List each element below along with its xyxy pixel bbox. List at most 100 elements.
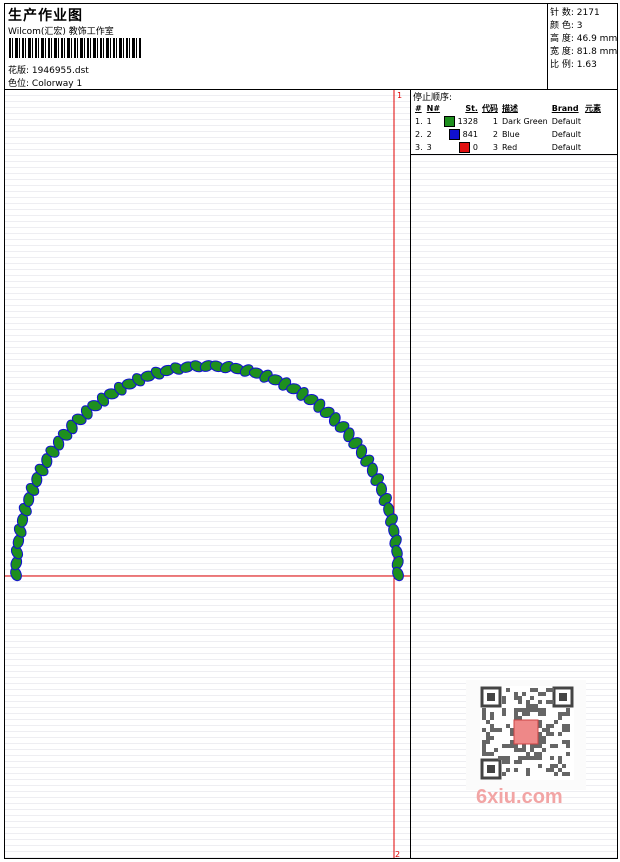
qr-code-image bbox=[480, 686, 574, 780]
qr-module bbox=[494, 748, 498, 752]
qr-module bbox=[514, 712, 518, 716]
qr-module bbox=[542, 748, 546, 752]
qr-code bbox=[466, 680, 586, 790]
qr-module bbox=[538, 732, 542, 736]
stop-sequence-table: # N# St. 代码 描述 Brand 元素 1. 1 1328 1 Dark G… bbox=[413, 102, 603, 154]
qr-module bbox=[502, 744, 506, 748]
stat-width: 宽 度: 81.8 mm bbox=[550, 47, 618, 57]
qr-module bbox=[506, 756, 510, 760]
qr-module bbox=[562, 724, 566, 728]
qr-module bbox=[534, 708, 538, 712]
qr-module bbox=[566, 728, 570, 732]
qr-module bbox=[526, 772, 530, 776]
qr-module bbox=[530, 708, 534, 712]
qr-module bbox=[562, 728, 566, 732]
qr-module bbox=[486, 720, 490, 724]
qr-module bbox=[566, 752, 570, 756]
qr-module bbox=[530, 748, 534, 752]
qr-module bbox=[510, 740, 514, 744]
qr-module bbox=[482, 744, 486, 748]
table-row: 1. 1 1328 1 Dark Green Default bbox=[415, 116, 581, 127]
qr-module bbox=[494, 728, 498, 732]
qr-module bbox=[526, 756, 530, 760]
page-title: 生产作业图 bbox=[8, 8, 83, 24]
qr-module bbox=[498, 756, 502, 760]
company-name: Wilcom(汇宏) 教饰工作室 bbox=[8, 27, 114, 37]
qr-module bbox=[550, 744, 554, 748]
qr-module bbox=[566, 740, 570, 744]
stop-sequence-box: 停止顺序: # N# St. 代码 描述 Brand 元素 1. 1 1328 1… bbox=[411, 90, 617, 155]
qr-module bbox=[490, 716, 494, 720]
qr-module bbox=[538, 744, 542, 748]
qr-module bbox=[554, 772, 558, 776]
qr-module bbox=[482, 748, 486, 752]
table-row: 3. 3 0 3 Red Default bbox=[415, 142, 581, 153]
qr-module bbox=[518, 760, 522, 764]
qr-module bbox=[546, 728, 550, 732]
qr-module bbox=[566, 712, 570, 716]
qr-module bbox=[486, 736, 490, 740]
design-file: 花版: 1946955.dst bbox=[8, 63, 89, 76]
qr-module bbox=[550, 756, 554, 760]
qr-module bbox=[542, 728, 546, 732]
marker-bottom: 2 bbox=[395, 850, 400, 858]
qr-module bbox=[550, 732, 554, 736]
qr-module bbox=[490, 752, 494, 756]
colorway: 色位: Colorway 1 bbox=[8, 76, 82, 89]
qr-module bbox=[482, 716, 486, 720]
qr-module bbox=[482, 728, 486, 732]
qr-module bbox=[490, 712, 494, 716]
stats-panel: 针 数: 2171 颜 色: 3 高 度: 46.9 mm 宽 度: 81.8 … bbox=[547, 4, 618, 89]
qr-module bbox=[550, 700, 554, 704]
stat-colors: 颜 色: 3 bbox=[550, 21, 583, 31]
qr-module bbox=[562, 712, 566, 716]
qr-module bbox=[506, 760, 510, 764]
qr-module bbox=[526, 768, 530, 772]
qr-module bbox=[482, 740, 486, 744]
qr-module bbox=[486, 740, 490, 744]
design-canvas: 1 2 bbox=[5, 90, 411, 859]
qr-module bbox=[502, 700, 506, 704]
qr-module bbox=[514, 696, 518, 700]
qr-module bbox=[538, 720, 542, 724]
qr-module bbox=[526, 700, 530, 704]
qr-module bbox=[534, 756, 538, 760]
qr-module bbox=[558, 732, 562, 736]
qr-module bbox=[562, 764, 566, 768]
design-value: 1946955.dst bbox=[31, 66, 89, 76]
qr-module bbox=[566, 744, 570, 748]
qr-module bbox=[538, 692, 542, 696]
qr-module bbox=[534, 744, 538, 748]
qr-module bbox=[514, 708, 518, 712]
qr-module bbox=[558, 768, 562, 772]
marker-top: 1 bbox=[397, 91, 402, 100]
qr-module bbox=[514, 692, 518, 696]
qr-module bbox=[486, 732, 490, 736]
stat-height: 高 度: 46.9 mm bbox=[550, 34, 618, 44]
qr-module bbox=[550, 768, 554, 772]
qr-module bbox=[510, 728, 514, 732]
qr-module bbox=[490, 736, 494, 740]
qr-module bbox=[566, 772, 570, 776]
qr-module bbox=[510, 732, 514, 736]
qr-module bbox=[538, 764, 542, 768]
qr-module bbox=[546, 768, 550, 772]
qr-module bbox=[526, 708, 530, 712]
design-label: 花版: bbox=[8, 66, 30, 76]
colorway-value: Colorway 1 bbox=[31, 79, 83, 89]
qr-module bbox=[530, 696, 534, 700]
table-header: # N# St. 代码 描述 Brand 元素 bbox=[415, 104, 601, 113]
qr-module bbox=[530, 688, 534, 692]
qr-module bbox=[538, 708, 542, 712]
qr-module bbox=[534, 752, 538, 756]
qr-module bbox=[518, 756, 522, 760]
qr-module bbox=[534, 688, 538, 692]
colorway-label: 色位: bbox=[8, 79, 30, 89]
qr-module bbox=[522, 744, 526, 748]
qr-module bbox=[554, 744, 558, 748]
qr-module bbox=[510, 744, 514, 748]
qr-module bbox=[538, 724, 542, 728]
qr-module bbox=[546, 700, 550, 704]
qr-module bbox=[526, 712, 530, 716]
qr-module bbox=[558, 760, 562, 764]
